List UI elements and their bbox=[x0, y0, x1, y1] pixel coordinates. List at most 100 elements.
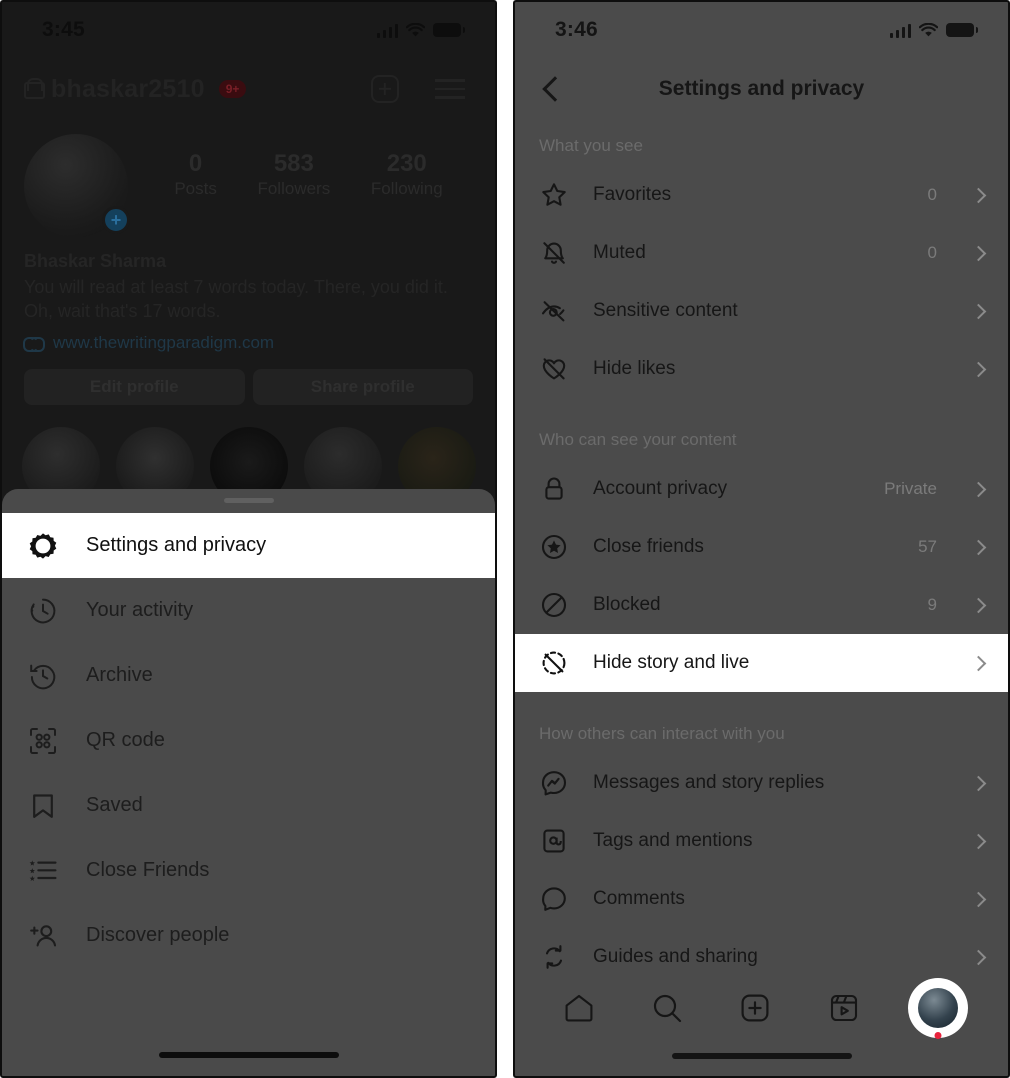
settings-row-favorites[interactable]: Favorites 0 bbox=[515, 166, 1008, 224]
chevron-right-icon bbox=[970, 303, 987, 319]
settings-row-label: Comments bbox=[593, 888, 685, 909]
settings-row-label: Close friends bbox=[593, 536, 704, 557]
block-icon bbox=[539, 590, 569, 620]
link-icon bbox=[23, 336, 45, 353]
status-bar-time: 3:45 bbox=[42, 18, 85, 41]
star-circle-icon bbox=[539, 532, 569, 562]
chevron-right-icon bbox=[970, 187, 987, 203]
hamburger-menu-icon[interactable] bbox=[435, 79, 465, 99]
bell-muted-icon bbox=[539, 238, 569, 268]
battery-icon bbox=[946, 23, 978, 37]
profile-stats: 0 Posts 583 Followers 230 Following bbox=[128, 134, 473, 200]
wifi-icon bbox=[919, 22, 938, 38]
bookmark-icon bbox=[26, 789, 60, 823]
settings-row-label: Muted bbox=[593, 242, 646, 263]
settings-row-account-privacy[interactable]: Account privacy Private bbox=[515, 460, 1008, 518]
profile-bio-text: You will read at least 7 words today. Th… bbox=[24, 277, 448, 322]
tab-home[interactable] bbox=[555, 984, 603, 1032]
settings-row-close-friends[interactable]: Close friends 57 bbox=[515, 518, 1008, 576]
lock-icon bbox=[24, 78, 45, 100]
edit-profile-button[interactable]: Edit profile bbox=[24, 369, 245, 406]
tab-search[interactable] bbox=[643, 984, 691, 1032]
menu-item-settings-and-privacy[interactable]: Settings and privacy bbox=[2, 513, 495, 578]
hide-story-icon bbox=[539, 648, 569, 678]
left-status-bar: 3:45 bbox=[2, 2, 495, 58]
settings-row-comments[interactable]: Comments bbox=[515, 870, 1008, 928]
home-indicator bbox=[671, 1053, 852, 1059]
stat-followers-label: Followers bbox=[257, 179, 331, 199]
stat-posts[interactable]: 0 Posts bbox=[174, 150, 217, 200]
stat-following[interactable]: 230 Following bbox=[371, 150, 443, 200]
profile-link[interactable]: www.thewritingparadigm.com bbox=[23, 333, 473, 353]
lock-icon bbox=[539, 474, 569, 504]
settings-row-messages-and-story-replies[interactable]: Messages and story replies bbox=[515, 754, 1008, 812]
section-heading-who-can-see: Who can see your content bbox=[539, 430, 737, 449]
menu-item-label: Close Friends bbox=[86, 859, 210, 881]
chevron-right-icon bbox=[970, 833, 987, 849]
status-bar-icons bbox=[376, 22, 465, 38]
section-divider bbox=[515, 692, 1008, 708]
section-heading-how-others-interact: How others can interact with you bbox=[539, 724, 785, 743]
settings-row-label: Sensitive content bbox=[593, 300, 738, 321]
stat-following-label: Following bbox=[370, 179, 443, 199]
tab-create[interactable] bbox=[731, 984, 779, 1032]
left-phone-screen: 3:45 bhaskar2510 9+ + 0 Posts 583 Follow… bbox=[0, 0, 497, 1078]
stat-posts-count: 0 bbox=[188, 150, 203, 177]
page-title: Settings and privacy bbox=[658, 77, 865, 100]
menu-item-qr-code[interactable]: QR code bbox=[2, 708, 495, 773]
right-phone-screen: 3:46 Settings and privacy What you see F… bbox=[513, 0, 1010, 1078]
profile-notification-dot bbox=[934, 1032, 942, 1039]
settings-row-sensitive-content[interactable]: Sensitive content bbox=[515, 282, 1008, 340]
avatar[interactable]: + bbox=[24, 134, 130, 238]
stat-following-count: 230 bbox=[386, 150, 427, 177]
tab-profile[interactable] bbox=[907, 978, 968, 1039]
menu-item-saved[interactable]: Saved bbox=[2, 773, 495, 838]
menu-item-archive[interactable]: Archive bbox=[2, 643, 495, 708]
settings-row-hide-likes[interactable]: Hide likes bbox=[515, 340, 1008, 398]
settings-nav-bar: Settings and privacy bbox=[515, 58, 1008, 120]
chevron-right-icon bbox=[970, 891, 987, 907]
settings-row-label: Tags and mentions bbox=[593, 830, 753, 851]
right-status-bar: 3:46 bbox=[515, 2, 1008, 58]
settings-row-label: Hide likes bbox=[593, 358, 676, 379]
chevron-right-icon bbox=[970, 655, 987, 671]
share-profile-button[interactable]: Share profile bbox=[252, 369, 473, 406]
stat-followers[interactable]: 583 Followers bbox=[257, 150, 330, 200]
menu-item-label: Settings and privacy bbox=[86, 534, 267, 556]
settings-row-hide-story-and-live[interactable]: Hide story and live bbox=[515, 634, 1008, 692]
profile-action-buttons: Edit profile Share profile bbox=[2, 353, 495, 406]
heart-off-icon bbox=[539, 354, 569, 384]
settings-row-label: Account privacy bbox=[593, 478, 728, 499]
profile-menu-list: Settings and privacy Your activity Archi… bbox=[2, 513, 495, 968]
plus-circle-icon[interactable]: + bbox=[102, 206, 130, 234]
menu-item-label: Saved bbox=[86, 794, 143, 816]
stat-posts-label: Posts bbox=[174, 179, 217, 199]
plus-square-icon[interactable] bbox=[371, 75, 399, 103]
repeat-sharing-icon bbox=[539, 942, 569, 972]
tab-reels[interactable] bbox=[820, 984, 868, 1032]
settings-row-blocked[interactable]: Blocked 9 bbox=[515, 576, 1008, 634]
menu-item-discover-people[interactable]: Discover people bbox=[2, 903, 495, 968]
profile-bio-block: Bhaskar Sharma You will read at least 7 … bbox=[2, 238, 495, 353]
bottom-tab-bar bbox=[515, 970, 1008, 1076]
status-bar-icons bbox=[889, 22, 978, 38]
menu-item-close-friends[interactable]: Close Friends bbox=[2, 838, 495, 903]
chevron-right-icon bbox=[970, 245, 987, 261]
chevron-right-icon bbox=[970, 361, 987, 377]
archive-clock-icon bbox=[26, 659, 60, 693]
chevron-right-icon bbox=[970, 597, 987, 613]
comment-bubble-icon bbox=[539, 884, 569, 914]
menu-item-your-activity[interactable]: Your activity bbox=[2, 578, 495, 643]
stat-followers-count: 583 bbox=[273, 150, 314, 177]
settings-row-tags-and-mentions[interactable]: Tags and mentions bbox=[515, 812, 1008, 870]
settings-row-value: 0 bbox=[927, 185, 937, 204]
at-mention-icon bbox=[539, 826, 569, 856]
chevron-right-icon bbox=[970, 949, 987, 965]
settings-row-label: Blocked bbox=[593, 594, 661, 615]
username-label[interactable]: bhaskar2510 bbox=[51, 75, 205, 104]
sheet-drag-handle[interactable] bbox=[223, 498, 274, 503]
settings-row-muted[interactable]: Muted 0 bbox=[515, 224, 1008, 282]
settings-row-value: 57 bbox=[918, 537, 937, 556]
close-friends-list-icon bbox=[26, 854, 60, 888]
menu-item-label: Archive bbox=[86, 664, 153, 686]
